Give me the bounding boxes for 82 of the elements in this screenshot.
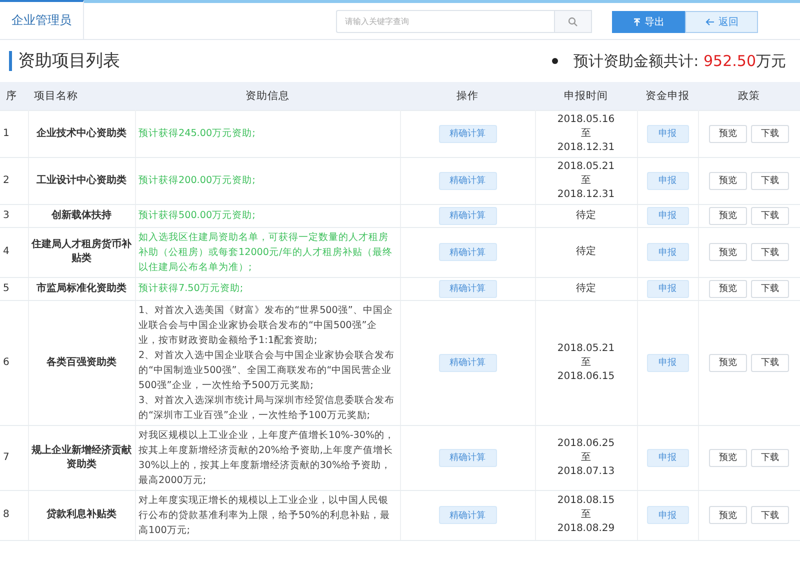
arrow-left-icon xyxy=(704,18,714,26)
table-cell-text: 1 xyxy=(3,126,10,140)
apply-button[interactable]: 申报 xyxy=(646,172,688,190)
upload-icon xyxy=(632,18,640,26)
table-cell-text: 预计获得500.00万元资助; xyxy=(138,209,256,223)
table-cell-text: 5 xyxy=(3,282,10,296)
table-cell-text: 2018.05.16 至 2018.12.31 xyxy=(556,112,616,154)
download-button[interactable]: 下载 xyxy=(751,506,789,524)
preview-button[interactable]: 预览 xyxy=(709,506,747,524)
column-header: 政策 xyxy=(698,82,800,110)
download-button[interactable]: 下载 xyxy=(751,243,789,261)
calculate-button[interactable]: 精确计算 xyxy=(438,280,496,298)
page-title: 资助项目列表 xyxy=(9,51,120,71)
search-field[interactable]: 请输入关键字查询 xyxy=(336,10,554,33)
download-button[interactable]: 下载 xyxy=(751,172,789,190)
table-cell-text: 待定 xyxy=(575,282,597,296)
table-cell-text: 贷款利息补贴类 xyxy=(46,508,118,522)
table-cell-text: 工业设计中心资助类 xyxy=(36,174,128,188)
column-header: 项目名称 xyxy=(28,82,135,110)
search-button[interactable] xyxy=(554,10,592,33)
table-cell-text: 8 xyxy=(3,508,10,522)
apply-button[interactable]: 申报 xyxy=(646,506,688,524)
preview-button[interactable]: 预览 xyxy=(709,206,747,224)
table-cell-text: 各类百强资助类 xyxy=(46,356,118,370)
download-button[interactable]: 下载 xyxy=(751,124,789,142)
calculate-button[interactable]: 精确计算 xyxy=(438,172,496,190)
table-cell-text: 对上年度实现正增长的规模以上工业企业，以中国人民银行公布的贷款基准利率为上限，给予50%的利息补贴，最高100万元; xyxy=(138,494,391,538)
preview-button[interactable]: 预览 xyxy=(709,448,747,466)
table-cell: 规上企业新增经济贡献资助类 xyxy=(32,444,132,472)
column-header: 申报时间 xyxy=(535,82,637,110)
calculate-button[interactable]: 精确计算 xyxy=(438,243,496,261)
admin-tab[interactable]: 企业管理员 xyxy=(0,0,84,39)
column-header: 资金申报 xyxy=(637,82,698,110)
calculate-button[interactable]: 精确计算 xyxy=(438,124,496,142)
download-button[interactable]: 下载 xyxy=(751,354,789,372)
total-amount: 预计资助金额共计: 952.50万元 xyxy=(574,52,786,70)
calculate-button[interactable]: 精确计算 xyxy=(438,506,496,524)
calculate-button[interactable]: 精确计算 xyxy=(438,354,496,372)
table-cell-text: 预计获得245.00万元资助; xyxy=(138,127,256,141)
table-cell-text: 7 xyxy=(3,450,10,464)
table-cell-text: 市监局标准化资助类 xyxy=(36,282,128,296)
table-cell: 住建局人才租房货币补贴类 xyxy=(32,238,132,266)
table-cell-text: 待定 xyxy=(575,245,597,259)
table-cell-text: 预计获得200.00万元资助; xyxy=(138,174,256,188)
table-cell-text: 待定 xyxy=(575,208,597,222)
export-button[interactable]: 导出 xyxy=(612,11,685,33)
table-cell-text: 4 xyxy=(3,245,10,259)
preview-button[interactable]: 预览 xyxy=(709,280,747,298)
preview-button[interactable]: 预览 xyxy=(709,243,747,261)
apply-button[interactable]: 申报 xyxy=(646,206,688,224)
column-header: 序 xyxy=(0,82,28,110)
calculate-button[interactable]: 精确计算 xyxy=(438,206,496,224)
back-button[interactable]: 返回 xyxy=(685,11,758,33)
preview-button[interactable]: 预览 xyxy=(709,172,747,190)
bullet-icon xyxy=(552,58,558,64)
download-button[interactable]: 下载 xyxy=(751,206,789,224)
apply-button[interactable]: 申报 xyxy=(646,124,688,142)
download-button[interactable]: 下载 xyxy=(751,448,789,466)
column-header: 资助信息 xyxy=(135,82,400,110)
table-cell-text: 如入选我区住建局资助名单，可获得一定数量的人才租房补助（公租房）或每套12000元/年的人才租房补贴（最终以住建局公布名单为准）; xyxy=(138,230,394,274)
table-cell-text: 1、对首次入选美国《财富》发布的“世界500强”、中国企业联合会与中国企业家协会联合发布的“中国500强”企业，按市财政资助金额给予1:1配套资助; 2、对首次入选中国企业联合会与中国企业家协会联合发布的“中国制造业500强”、全国工商联发布的“中国民营企业500强”企业，一次性给予500万元奖励; 3、对首次入选深圳市统计局与深圳市经贸信息委联合发布的“深圳市工业百强”企业，一次性给予100万元奖励; xyxy=(138,304,396,422)
apply-button[interactable]: 申报 xyxy=(646,280,688,298)
table-cell-text: 企业技术中心资助类 xyxy=(36,126,128,140)
apply-button[interactable]: 申报 xyxy=(646,354,688,372)
preview-button[interactable]: 预览 xyxy=(709,124,747,142)
table-cell-text: 预计获得7.50万元资助; xyxy=(138,282,244,296)
table-cell-text: 2018.05.21 至 2018.06.15 xyxy=(556,342,616,384)
table-cell-text: 6 xyxy=(3,356,10,370)
apply-button[interactable]: 申报 xyxy=(646,448,688,466)
download-button[interactable]: 下载 xyxy=(751,280,789,298)
table-cell-text: 2 xyxy=(3,174,10,188)
preview-button[interactable]: 预览 xyxy=(709,354,747,372)
table-cell-text: 2018.06.25 至 2018.07.13 xyxy=(556,436,616,478)
search-icon xyxy=(568,16,578,26)
table-cell-text: 创新载体扶持 xyxy=(50,208,112,222)
calculate-button[interactable]: 精确计算 xyxy=(438,448,496,466)
column-header: 操作 xyxy=(400,82,535,110)
table-cell-text: 2018.08.15 至 2018.08.29 xyxy=(556,494,616,536)
table-cell-text: 对我区规模以上工业企业，上年度产值增长10%-30%的，按其上年度新增经济贡献的20%给予资助,上年度产值增长30%以上的，按其上年度新增经济贡献的30%给予资助，最高2000万元; xyxy=(138,428,396,488)
apply-button[interactable]: 申报 xyxy=(646,243,688,261)
table-cell-text: 2018.05.21 至 2018.12.31 xyxy=(556,160,616,202)
table-cell-text: 3 xyxy=(3,208,10,222)
